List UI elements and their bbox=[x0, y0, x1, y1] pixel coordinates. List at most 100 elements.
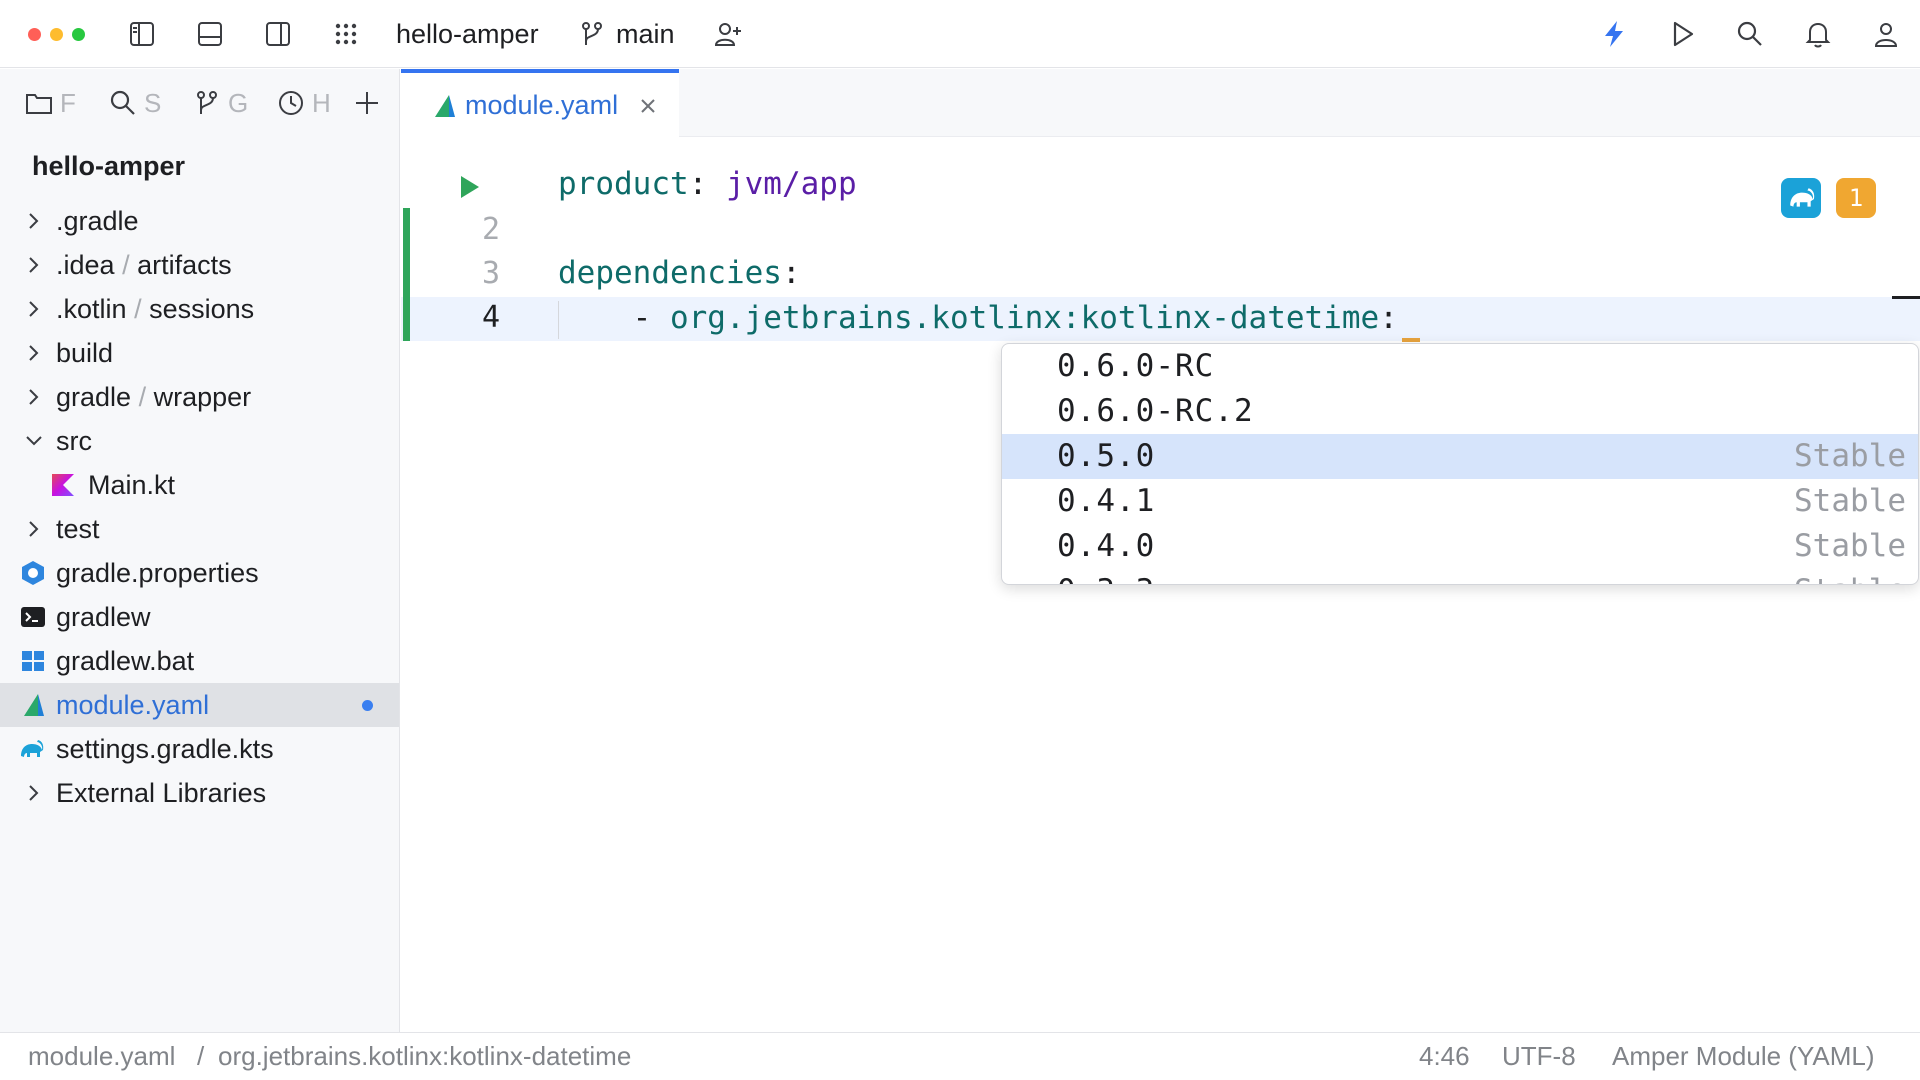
tree-item-gradle-properties[interactable]: gradle.properties bbox=[0, 551, 399, 595]
tree-item-gradlew[interactable]: gradlew bbox=[0, 595, 399, 639]
tab-label: H bbox=[312, 87, 331, 118]
completion-item-selected[interactable]: 0.5.0 Stable bbox=[1002, 434, 1918, 479]
completion-version: 0.6.0-RC.2 bbox=[1057, 393, 1254, 429]
zoom-window-button[interactable] bbox=[72, 28, 85, 41]
completion-tag: Stable bbox=[1794, 438, 1906, 474]
completion-item[interactable]: 0.3.3 Stable bbox=[1002, 569, 1918, 584]
file-encoding[interactable]: UTF-8 bbox=[1502, 1041, 1576, 1072]
caret-marker bbox=[1402, 338, 1420, 342]
chevron-right-icon[interactable] bbox=[22, 253, 46, 277]
caret-position[interactable]: 4:46 bbox=[1419, 1041, 1470, 1072]
chevron-right-icon[interactable] bbox=[22, 385, 46, 409]
chevron-right-icon[interactable] bbox=[22, 209, 46, 233]
tree-item-test[interactable]: test bbox=[0, 507, 399, 551]
completion-version: 0.4.1 bbox=[1057, 483, 1156, 519]
chevron-down-icon[interactable] bbox=[22, 429, 46, 453]
main-menu-grid-icon[interactable] bbox=[326, 14, 366, 54]
chevron-right-icon[interactable] bbox=[22, 781, 46, 805]
completion-item[interactable]: 0.6.0-RC bbox=[1002, 344, 1918, 389]
tab-search[interactable]: S bbox=[108, 85, 164, 121]
tree-item-label: .kotlin bbox=[56, 294, 127, 324]
yaml-value: jvm/app bbox=[725, 166, 857, 202]
minimize-window-button[interactable] bbox=[50, 28, 63, 41]
tree-item-label: .gradle bbox=[56, 206, 139, 236]
tree-item-settings-gradle-kts[interactable]: settings.gradle.kts bbox=[0, 727, 399, 771]
tree-item-label: settings.gradle.kts bbox=[56, 734, 274, 764]
completion-item[interactable]: 0.4.0 Stable bbox=[1002, 524, 1918, 569]
tab-history[interactable]: H bbox=[276, 85, 332, 121]
chevron-right-icon[interactable] bbox=[22, 297, 46, 321]
right-margin-marker bbox=[1892, 296, 1920, 299]
toggle-right-panel-icon[interactable] bbox=[258, 14, 298, 54]
warning-count-badge[interactable]: 1 bbox=[1836, 178, 1876, 218]
code-line-4: - org.jetbrains.kotlinx:kotlinx-datetime… bbox=[558, 298, 1398, 338]
completion-tag: Stable bbox=[1794, 570, 1906, 584]
tab-git[interactable]: G bbox=[192, 85, 248, 121]
project-root-title[interactable]: hello-amper bbox=[32, 151, 185, 182]
yaml-colon: : bbox=[1379, 300, 1398, 336]
chevron-right-icon[interactable] bbox=[22, 341, 46, 365]
tree-item-suffix: sessions bbox=[149, 294, 255, 324]
tree-item-src[interactable]: src bbox=[0, 419, 399, 463]
completion-version: 0.3.3 bbox=[1057, 570, 1155, 584]
terminal-file-icon bbox=[21, 607, 45, 627]
branch-widget[interactable]: main bbox=[616, 18, 675, 50]
tree-item-label: test bbox=[56, 514, 100, 544]
tree-item-build[interactable]: build bbox=[0, 331, 399, 375]
tree-item-label: gradlew bbox=[56, 602, 151, 632]
profile-icon[interactable] bbox=[1866, 14, 1906, 54]
amper-sync-badge[interactable] bbox=[1781, 178, 1821, 218]
path-separator: / bbox=[134, 294, 142, 324]
branch-icon[interactable] bbox=[572, 14, 612, 54]
tab-label: F bbox=[60, 87, 76, 118]
tree-item-suffix: artifacts bbox=[137, 250, 232, 280]
search-icon[interactable] bbox=[1730, 14, 1770, 54]
chevron-right-icon[interactable] bbox=[22, 517, 46, 541]
vcs-change-marker[interactable] bbox=[403, 208, 410, 341]
bell-icon[interactable] bbox=[1798, 14, 1838, 54]
tree-item-main-kt[interactable]: Main.kt bbox=[0, 463, 399, 507]
tree-item-label: build bbox=[56, 338, 114, 368]
line-number: 3 bbox=[481, 256, 501, 291]
history-icon bbox=[279, 91, 303, 115]
toggle-left-panel-icon[interactable] bbox=[122, 14, 162, 54]
code-completion-popup[interactable]: 0.6.0-RC 0.6.0-RC.2 0.5.0 Stable 0.4.1 S… bbox=[1001, 343, 1919, 585]
amper-file-icon bbox=[435, 95, 455, 117]
path-separator: / bbox=[138, 382, 147, 412]
toggle-bottom-panel-icon[interactable] bbox=[190, 14, 230, 54]
tab-module-yaml[interactable]: module.yaml bbox=[401, 69, 679, 137]
run-gutter-icon[interactable] bbox=[457, 174, 481, 200]
code-editor[interactable]: 2 3 4 product: jvm/app dependencies: - o… bbox=[401, 138, 1920, 1032]
tree-item-suffix: wrapper bbox=[153, 382, 252, 412]
completion-version: 0.6.0-RC bbox=[1057, 348, 1215, 384]
file-type[interactable]: Amper Module (YAML) bbox=[1612, 1041, 1875, 1072]
tree-item-label: gradlew.bat bbox=[56, 646, 195, 676]
tree-item-dot-kotlin[interactable]: .kotlin / sessions bbox=[0, 287, 399, 331]
add-collaborator-icon[interactable] bbox=[708, 14, 748, 54]
completion-item[interactable]: 0.4.1 Stable bbox=[1002, 479, 1918, 524]
tree-item-gradle[interactable]: gradle / wrapper bbox=[0, 375, 399, 419]
tree-item-gradlew-bat[interactable]: gradlew.bat bbox=[0, 639, 399, 683]
close-window-button[interactable] bbox=[28, 28, 41, 41]
kotlin-file-icon bbox=[52, 474, 74, 496]
tree-item-module-yaml[interactable]: module.yaml bbox=[0, 683, 399, 727]
run-icon[interactable] bbox=[1662, 14, 1702, 54]
tree-item-dot-idea[interactable]: .idea / artifacts bbox=[0, 243, 399, 287]
tree-item-dot-gradle[interactable]: .gradle bbox=[0, 199, 399, 243]
close-icon[interactable] bbox=[637, 95, 659, 117]
tab-project-files[interactable]: F bbox=[24, 85, 76, 121]
breadcrumb-file[interactable]: module.yaml bbox=[28, 1041, 175, 1072]
breadcrumb-separator: / bbox=[197, 1041, 205, 1071]
yaml-list-dash: - bbox=[558, 300, 670, 336]
tab-label: G bbox=[228, 87, 248, 118]
bolt-icon[interactable] bbox=[1594, 14, 1634, 54]
completion-item[interactable]: 0.6.0-RC.2 bbox=[1002, 389, 1918, 434]
properties-file-icon bbox=[22, 561, 44, 585]
breadcrumb-item[interactable]: org.jetbrains.kotlinx:kotlinx-datetime bbox=[218, 1041, 631, 1072]
completion-tag: Stable bbox=[1794, 528, 1906, 564]
folder-icon bbox=[26, 94, 52, 114]
add-tab-button[interactable] bbox=[352, 85, 388, 121]
gradle-elephant-icon bbox=[1790, 188, 1815, 207]
tree-item-external-libraries[interactable]: External Libraries bbox=[0, 771, 399, 815]
project-name-widget[interactable]: hello-amper bbox=[396, 18, 539, 50]
